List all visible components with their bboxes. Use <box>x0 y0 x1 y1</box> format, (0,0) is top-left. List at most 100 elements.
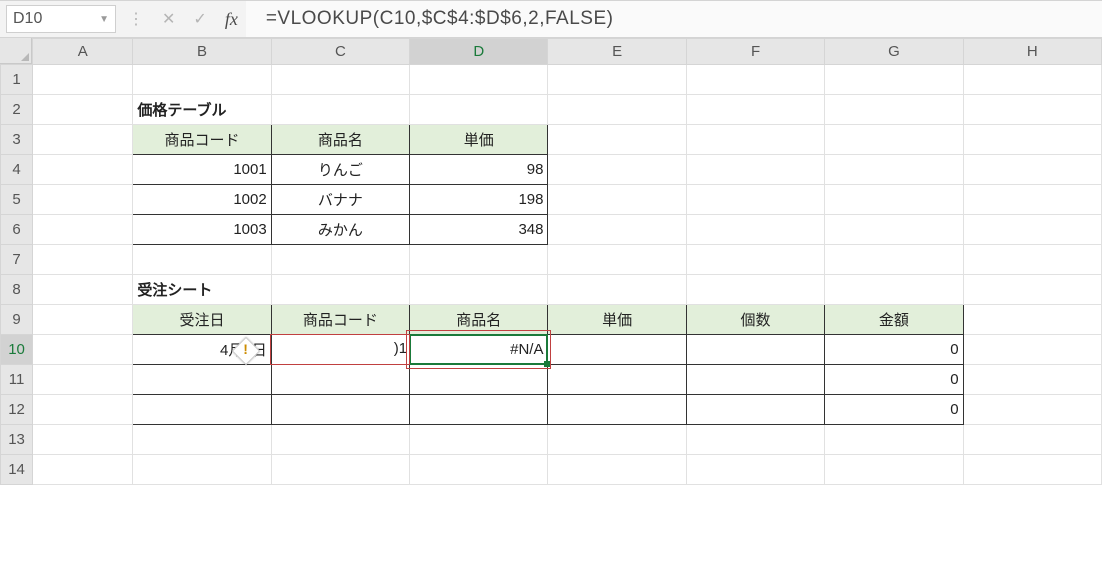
fx-icon[interactable]: fx <box>225 9 238 30</box>
cell-G14[interactable] <box>825 455 963 485</box>
cell-G3[interactable] <box>825 125 963 155</box>
cell-G1[interactable] <box>825 65 963 95</box>
cell-H10[interactable] <box>963 335 1101 365</box>
cell-C2[interactable] <box>271 95 409 125</box>
row-header-7[interactable]: 7 <box>1 245 33 275</box>
vertical-dots-icon[interactable]: ⋮ <box>128 9 144 29</box>
col-header-F[interactable]: F <box>686 39 824 65</box>
cell-H2[interactable] <box>963 95 1101 125</box>
dropdown-icon[interactable]: ▼ <box>99 14 109 25</box>
cell-E14[interactable] <box>548 455 686 485</box>
cell-A5[interactable] <box>33 185 133 215</box>
row-header-4[interactable]: 4 <box>1 155 33 185</box>
cell-A14[interactable] <box>33 455 133 485</box>
cell-H12[interactable] <box>963 395 1101 425</box>
cell-H11[interactable] <box>963 365 1101 395</box>
cell-H5[interactable] <box>963 185 1101 215</box>
t2-header-price[interactable]: 単価 <box>548 305 686 335</box>
t2-r1-date[interactable] <box>133 365 271 395</box>
t2-r2-amount[interactable]: 0 <box>825 395 963 425</box>
t2-r0-qty[interactable] <box>686 335 824 365</box>
enter-icon[interactable]: ✓ <box>193 9 206 29</box>
cell-E2[interactable] <box>548 95 686 125</box>
t2-header-qty[interactable]: 個数 <box>686 305 824 335</box>
cell-F13[interactable] <box>686 425 824 455</box>
col-header-A[interactable]: A <box>33 39 133 65</box>
t1-r0-price[interactable]: 98 <box>410 155 548 185</box>
cell-H6[interactable] <box>963 215 1101 245</box>
t1-header-code[interactable]: 商品コード <box>133 125 271 155</box>
col-header-B[interactable]: B <box>133 39 271 65</box>
row-header-8[interactable]: 8 <box>1 275 33 305</box>
cell-D2[interactable] <box>410 95 548 125</box>
t2-r0-amount[interactable]: 0 <box>825 335 963 365</box>
t2-header-name[interactable]: 商品名 <box>410 305 548 335</box>
row-header-2[interactable]: 2 <box>1 95 33 125</box>
cell-F8[interactable] <box>686 275 824 305</box>
cell-A2[interactable] <box>33 95 133 125</box>
cell-E3[interactable] <box>548 125 686 155</box>
t1-r1-price[interactable]: 198 <box>410 185 548 215</box>
cell-A3[interactable] <box>33 125 133 155</box>
cell-A13[interactable] <box>33 425 133 455</box>
t2-r2-date[interactable] <box>133 395 271 425</box>
cell-E6[interactable] <box>548 215 686 245</box>
cell-H4[interactable] <box>963 155 1101 185</box>
cell-H13[interactable] <box>963 425 1101 455</box>
t2-r0-price[interactable] <box>548 335 686 365</box>
t1-r0-name[interactable]: りんご <box>271 155 409 185</box>
t2-r1-code[interactable] <box>271 365 409 395</box>
name-box[interactable]: D10 ▼ <box>6 5 116 33</box>
col-header-H[interactable]: H <box>963 39 1101 65</box>
col-header-C[interactable]: C <box>271 39 409 65</box>
row-header-10[interactable]: 10 <box>1 335 33 365</box>
t2-header-code[interactable]: 商品コード <box>271 305 409 335</box>
t2-r1-price[interactable] <box>548 365 686 395</box>
row-header-1[interactable]: 1 <box>1 65 33 95</box>
t2-r1-amount[interactable]: 0 <box>825 365 963 395</box>
cell-F4[interactable] <box>686 155 824 185</box>
t2-r2-price[interactable] <box>548 395 686 425</box>
t1-r0-code[interactable]: 1001 <box>133 155 271 185</box>
t1-r2-name[interactable]: みかん <box>271 215 409 245</box>
t2-header-amount[interactable]: 金額 <box>825 305 963 335</box>
formula-input[interactable]: =VLOOKUP(C10,$C$4:$D$6,2,FALSE) <box>246 1 1102 37</box>
col-header-D[interactable]: D <box>410 39 548 65</box>
cell-D1[interactable] <box>410 65 548 95</box>
cell-F5[interactable] <box>686 185 824 215</box>
cell-C13[interactable] <box>271 425 409 455</box>
row-header-6[interactable]: 6 <box>1 215 33 245</box>
cell-E5[interactable] <box>548 185 686 215</box>
cell-G2[interactable] <box>825 95 963 125</box>
cell-H7[interactable] <box>963 245 1101 275</box>
row-header-11[interactable]: 11 <box>1 365 33 395</box>
cell-A10[interactable] <box>33 335 133 365</box>
row-header-14[interactable]: 14 <box>1 455 33 485</box>
section2-title[interactable]: 受注シート <box>133 275 271 305</box>
cancel-icon[interactable]: ✕ <box>162 9 175 29</box>
cell-G4[interactable] <box>825 155 963 185</box>
cell-B14[interactable] <box>133 455 271 485</box>
t1-header-name[interactable]: 商品名 <box>271 125 409 155</box>
cell-A7[interactable] <box>33 245 133 275</box>
t1-r1-code[interactable]: 1002 <box>133 185 271 215</box>
cell-A1[interactable] <box>33 65 133 95</box>
cell-E4[interactable] <box>548 155 686 185</box>
row-header-12[interactable]: 12 <box>1 395 33 425</box>
section1-title[interactable]: 価格テーブル <box>133 95 271 125</box>
cell-H1[interactable] <box>963 65 1101 95</box>
cell-F7[interactable] <box>686 245 824 275</box>
cell-B1[interactable] <box>133 65 271 95</box>
row-header-9[interactable]: 9 <box>1 305 33 335</box>
cell-A4[interactable] <box>33 155 133 185</box>
t2-r1-name[interactable] <box>410 365 548 395</box>
cell-G13[interactable] <box>825 425 963 455</box>
col-header-G[interactable]: G <box>825 39 963 65</box>
t1-header-price[interactable]: 単価 <box>410 125 548 155</box>
row-header-5[interactable]: 5 <box>1 185 33 215</box>
t2-r2-name[interactable] <box>410 395 548 425</box>
t2-r0-code[interactable]: ! )1 <box>271 335 409 365</box>
cell-D10-active[interactable]: #N/A <box>410 335 548 365</box>
cell-F1[interactable] <box>686 65 824 95</box>
t2-r2-qty[interactable] <box>686 395 824 425</box>
